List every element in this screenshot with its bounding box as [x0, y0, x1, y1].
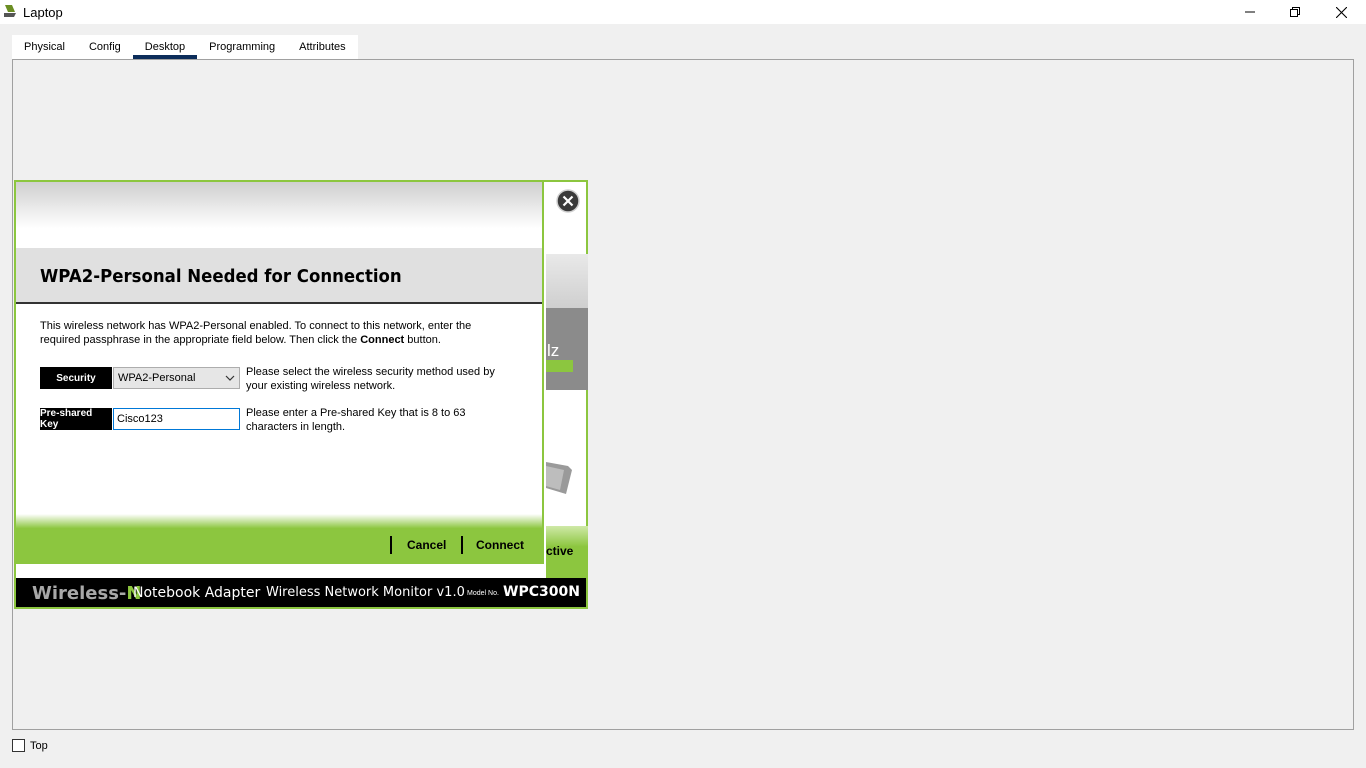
close-window-button[interactable] [1318, 0, 1364, 24]
security-help-text: Please select the wireless security meth… [246, 366, 495, 392]
dialog-button-band [16, 514, 542, 562]
top-checkbox[interactable] [12, 739, 25, 752]
tab-physical[interactable]: Physical [12, 35, 77, 59]
tab-programming[interactable]: Programming [197, 35, 287, 59]
security-select[interactable]: WPA2-Personal [113, 367, 240, 389]
tab-desktop[interactable]: Desktop [132, 35, 198, 59]
cancel-button[interactable]: Cancel [407, 538, 446, 552]
button-separator [461, 536, 463, 554]
security-label: Security [40, 367, 112, 389]
tab-attributes[interactable]: Attributes [287, 35, 357, 59]
monitor-active-label: ctive [546, 544, 574, 558]
adapter-device-icon [546, 462, 572, 494]
pre-shared-key-label: Pre-shared Key [40, 408, 112, 430]
model-number: WPC300N [503, 584, 580, 600]
restore-button[interactable] [1272, 0, 1318, 24]
close-icon [1335, 6, 1347, 18]
top-checkbox-label: Top [30, 740, 48, 752]
pre-shared-key-help-text: Please enter a Pre-shared Key that is 8 … [246, 407, 466, 433]
adapter-name: Notebook Adapter [133, 585, 261, 601]
monitor-network-name-fragment: lz [547, 341, 560, 360]
window-title: Laptop [23, 5, 63, 20]
dialog-intro-text: This wireless network has WPA2-Personal … [40, 320, 472, 346]
dialog-heading: WPA2-Personal Needed for Connection [40, 266, 402, 287]
chevron-down-icon [225, 375, 235, 381]
dialog-top-gloss [16, 182, 542, 248]
tab-bar: Physical Config Desktop Programming Attr… [12, 35, 358, 59]
brand-logo: Wireless-N [32, 583, 142, 604]
title-bar: Laptop [0, 0, 1366, 24]
wpa2-connection-dialog: WPA2-Personal Needed for Connection This… [14, 180, 544, 564]
monitor-signal-bar [546, 360, 573, 372]
model-label: Model No. [467, 590, 499, 597]
restore-icon [1290, 7, 1300, 17]
connect-button[interactable]: Connect [476, 538, 524, 552]
monitor-footer: Wireless-N Notebook Adapter Wireless Net… [16, 578, 586, 607]
monitor-header-band [546, 254, 588, 308]
minimize-icon [1245, 11, 1255, 13]
tab-config[interactable]: Config [77, 35, 133, 59]
button-separator [390, 536, 392, 554]
pre-shared-key-input[interactable] [113, 408, 240, 430]
laptop-app-icon [4, 5, 16, 17]
monitor-app-name: Wireless Network Monitor v1.0 [266, 585, 465, 600]
security-select-value: WPA2-Personal [118, 372, 196, 384]
monitor-close-button[interactable] [556, 189, 580, 213]
minimize-button[interactable] [1227, 0, 1273, 24]
